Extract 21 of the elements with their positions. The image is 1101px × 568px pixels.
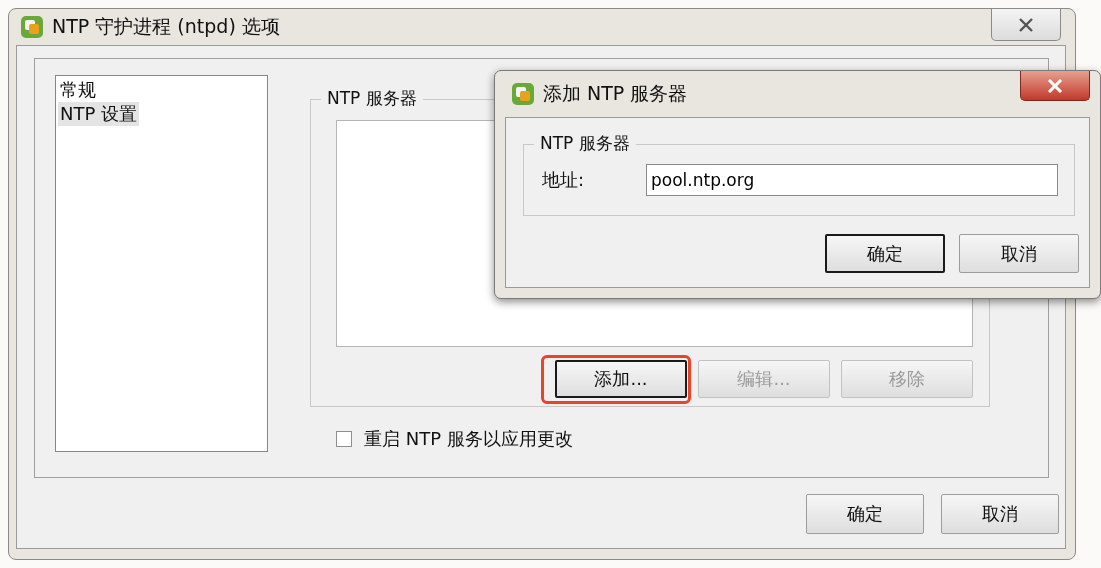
address-label: 地址: bbox=[542, 168, 586, 192]
dialog-button[interactable]: 确定 bbox=[806, 494, 924, 534]
group-title: NTP 服务器 bbox=[321, 87, 423, 110]
close-button[interactable] bbox=[1020, 71, 1090, 101]
group-title: NTP 服务器 bbox=[534, 132, 636, 155]
close-button[interactable] bbox=[991, 9, 1061, 41]
dialog-button[interactable]: 取消 bbox=[941, 494, 1059, 534]
sidebar-item[interactable]: NTP 设置 bbox=[58, 102, 140, 126]
app-logo-icon bbox=[511, 82, 535, 106]
sidebar-item[interactable]: 常规 bbox=[58, 78, 98, 102]
dialog-title: 添加 NTP 服务器 bbox=[543, 81, 688, 106]
checkbox-label: 重启 NTP 服务以应用更改 bbox=[364, 427, 573, 451]
address-field[interactable]: pool.ntp.org bbox=[646, 164, 1058, 196]
window-title: NTP 守护进程 (ntpd) 选项 bbox=[52, 14, 280, 39]
dialog-button[interactable]: 确定 bbox=[825, 234, 945, 273]
close-icon bbox=[1046, 78, 1064, 93]
app-logo-icon bbox=[20, 15, 44, 39]
close-icon bbox=[1018, 17, 1034, 32]
server-action-button[interactable]: 添加... bbox=[555, 360, 687, 398]
dialog-button[interactable]: 取消 bbox=[959, 234, 1079, 273]
checkbox[interactable] bbox=[336, 431, 352, 447]
